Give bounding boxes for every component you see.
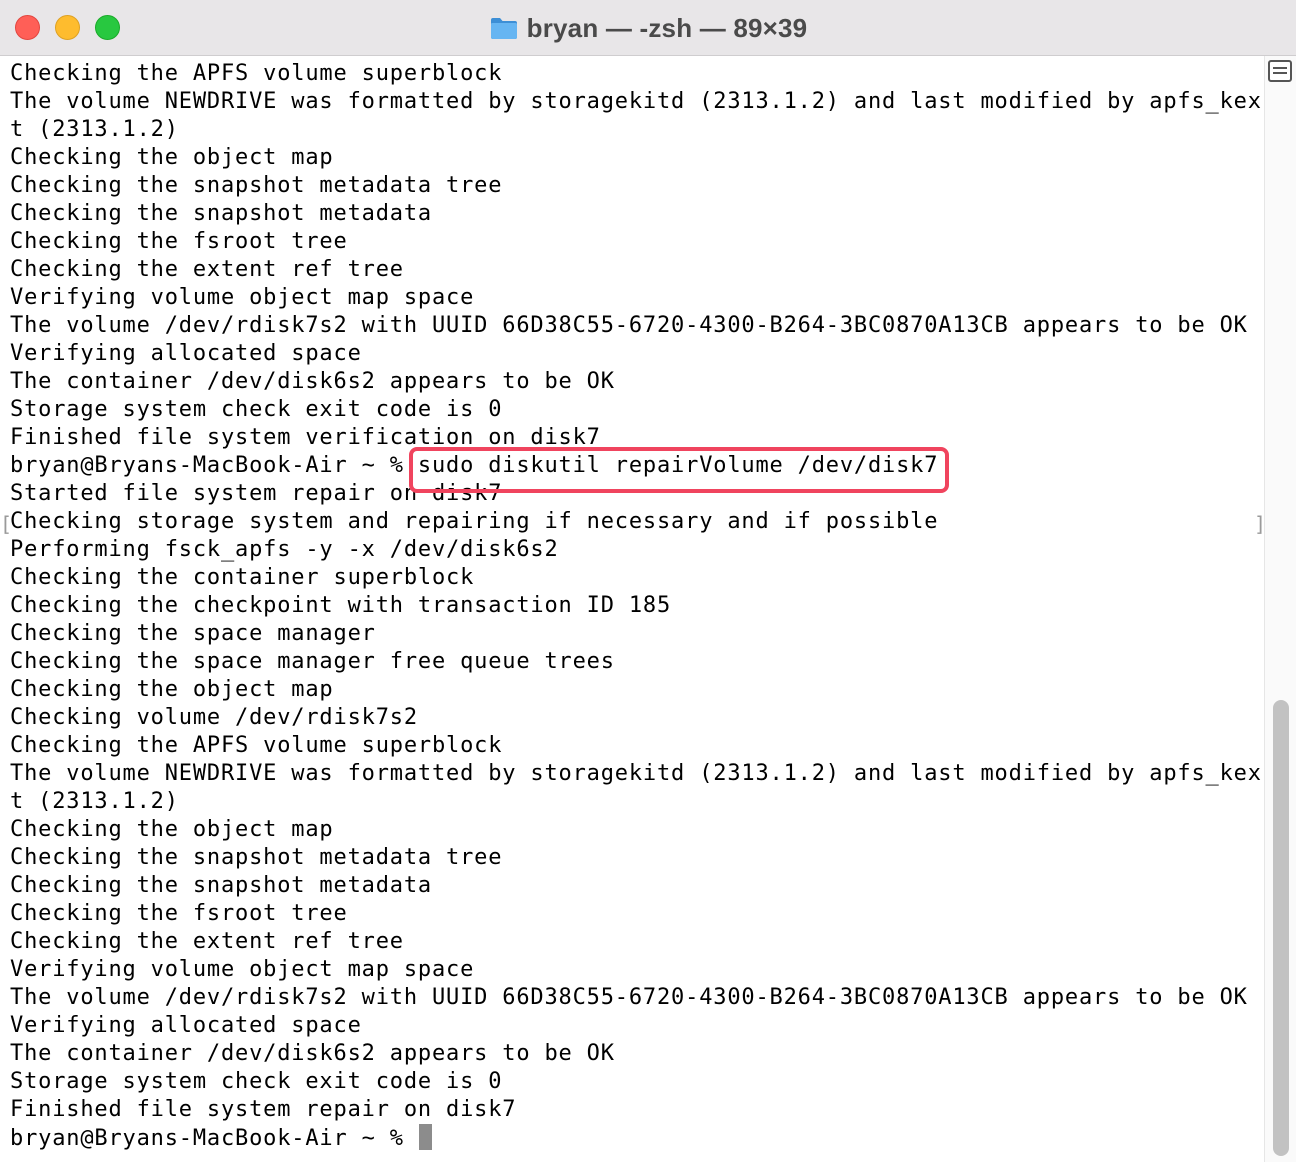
split-pane-icon[interactable] — [1268, 60, 1292, 82]
terminal-line: Checking the extent ref tree — [10, 257, 404, 282]
terminal-line: Checking the fsroot tree — [10, 229, 348, 254]
terminal-line: Checking the snapshot metadata — [10, 201, 432, 226]
title-bar[interactable]: bryan — -zsh — 89×39 — [0, 0, 1296, 56]
terminal-line: Checking the snapshot metadata tree — [10, 845, 503, 870]
terminal-line: Verifying allocated space — [10, 1013, 362, 1038]
terminal-line: Checking the object map — [10, 145, 334, 170]
terminal-line: Verifying allocated space — [10, 341, 362, 366]
terminal-line: The container /dev/disk6s2 appears to be… — [10, 369, 615, 394]
terminal-window: bryan — -zsh — 89×39 [ ] Checking the AP… — [0, 0, 1296, 1162]
prompt-line[interactable]: bryan@Bryans-MacBook-Air ~ % — [10, 1124, 432, 1152]
terminal-line: Performing fsck_apfs -y -x /dev/disk6s2 — [10, 537, 559, 562]
terminal-line: Checking the object map — [10, 677, 334, 702]
terminal-line: t (2313.1.2) — [10, 117, 179, 142]
terminal-line: Checking the snapshot metadata tree — [10, 173, 503, 198]
terminal-line: The volume NEWDRIVE was formatted by sto… — [10, 89, 1262, 114]
terminal-line: Checking the snapshot metadata — [10, 873, 432, 898]
terminal-line: The volume NEWDRIVE was formatted by sto… — [10, 761, 1262, 786]
window-title: bryan — -zsh — 89×39 — [526, 12, 808, 43]
terminal-line: Checking the checkpoint with transaction… — [10, 593, 672, 618]
terminal-output[interactable]: [ ] Checking the APFS volume superblockT… — [0, 58, 1262, 1162]
terminal-line: Checking storage system and repairing if… — [10, 509, 939, 534]
folder-icon — [490, 18, 517, 39]
terminal-line: The volume /dev/rdisk7s2 with UUID 66D38… — [10, 985, 1248, 1010]
terminal-line: Finished file system repair on disk7 — [10, 1097, 517, 1122]
terminal-line: Storage system check exit code is 0 — [10, 1069, 503, 1094]
terminal-line: Verifying volume object map space — [10, 285, 475, 310]
terminal-line: Checking the space manager — [10, 621, 376, 646]
scrollbar-thumb[interactable] — [1273, 700, 1289, 1156]
mark-bracket-right: ] — [1254, 514, 1262, 534]
shell-prompt: bryan@Bryans-MacBook-Air ~ % — [10, 1126, 418, 1151]
terminal-line: Checking the space manager free queue tr… — [10, 649, 615, 674]
terminal-line: Verifying volume object map space — [10, 957, 475, 982]
terminal-line: Checking the fsroot tree — [10, 901, 348, 926]
terminal-line: Checking the APFS volume superblock — [10, 61, 503, 86]
window-title-group: bryan — -zsh — 89×39 — [0, 0, 1296, 56]
terminal-line: Checking the object map — [10, 817, 334, 842]
terminal-line: Storage system check exit code is 0 — [10, 397, 503, 422]
terminal-line: Checking volume /dev/rdisk7s2 — [10, 705, 418, 730]
terminal-line: The volume /dev/rdisk7s2 with UUID 66D38… — [10, 313, 1248, 338]
command-highlight-box — [409, 447, 949, 493]
terminal-line: t (2313.1.2) — [10, 789, 179, 814]
terminal-line: The container /dev/disk6s2 appears to be… — [10, 1041, 615, 1066]
terminal-line: Checking the APFS volume superblock — [10, 733, 503, 758]
terminal-line: Checking the container superblock — [10, 565, 475, 590]
text-cursor — [418, 1124, 432, 1150]
terminal-line: Checking the extent ref tree — [10, 929, 404, 954]
